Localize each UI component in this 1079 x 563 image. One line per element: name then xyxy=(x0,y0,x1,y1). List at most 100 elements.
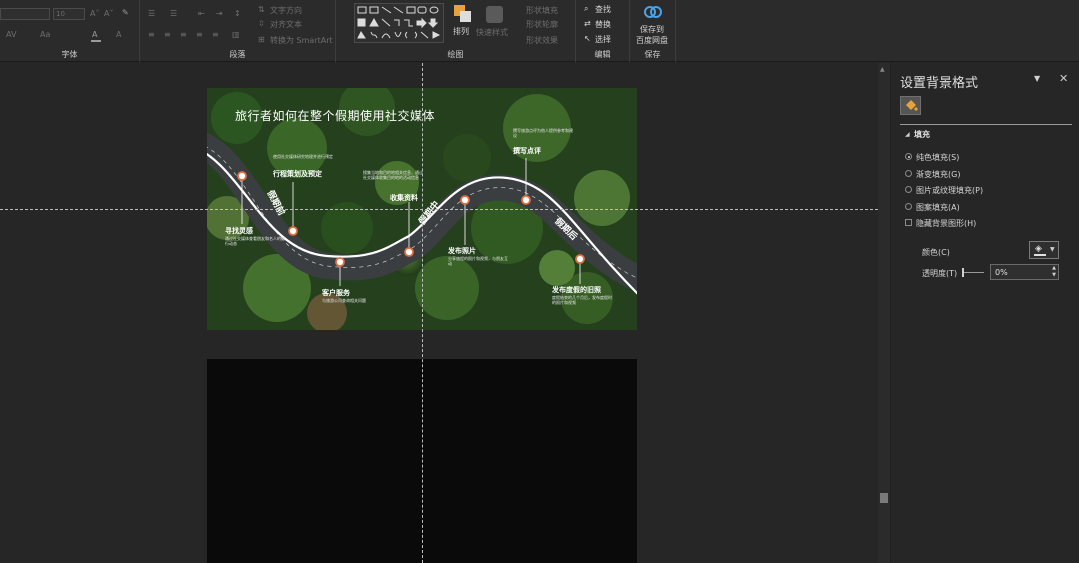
baidu-cloud-icon[interactable] xyxy=(643,4,663,20)
solid-fill-option[interactable]: 纯色填充(S) xyxy=(905,152,959,163)
pane-options-chevron-icon[interactable]: ▼ xyxy=(1034,74,1040,83)
hide-background-label: 隐藏背景图形(H) xyxy=(916,219,977,228)
milestone-label-2: 行程策划及预定 xyxy=(273,170,322,178)
picture-fill-radio[interactable] xyxy=(905,186,912,193)
convert-smartart-button[interactable]: 转换为 SmartArt xyxy=(270,35,333,46)
text-direction-icon[interactable]: ⇅ xyxy=(258,5,265,14)
align-text-button[interactable]: 对齐文本 xyxy=(270,19,302,30)
save-group: 保存到 百度网盘 保存 xyxy=(630,0,676,62)
milestone-desc-1: 通过社交媒体查看朋友和名人的旅行动态 xyxy=(225,236,285,246)
transparency-slider[interactable] xyxy=(962,268,984,277)
align-left-icon[interactable]: ≡ xyxy=(148,30,155,39)
find-icon[interactable]: ⌕ xyxy=(584,4,588,14)
pane-tab-underline xyxy=(900,124,1072,125)
char-spacing-icon[interactable]: AV xyxy=(6,30,16,39)
horizontal-guide[interactable] xyxy=(0,209,878,210)
color-picker-button[interactable]: ◈ ▼ xyxy=(1029,241,1059,259)
picture-fill-label: 图片或纹理填充(P) xyxy=(916,186,984,195)
gradient-fill-radio[interactable] xyxy=(905,170,912,177)
shrink-font-icon[interactable]: A˅ xyxy=(104,9,113,18)
hide-background-option[interactable]: 隐藏背景图形(H) xyxy=(905,218,977,229)
hide-background-checkbox[interactable] xyxy=(905,219,912,226)
milestone-marker-4 xyxy=(404,247,414,257)
paragraph-group-label: 段落 xyxy=(229,50,246,59)
milestone-marker-5 xyxy=(460,195,470,205)
milestone-label-1: 寻找灵感 xyxy=(225,227,253,235)
font-color-icon[interactable]: A xyxy=(92,30,97,39)
shape-outline-button[interactable]: 形状轮廓 xyxy=(526,19,558,30)
align-center-icon[interactable]: ≡ xyxy=(164,30,171,39)
columns-icon[interactable]: ▥ xyxy=(232,30,240,39)
numbering-icon[interactable]: ☰ xyxy=(170,9,177,18)
spin-down-icon[interactable]: ▼ xyxy=(1052,272,1056,278)
milestone-desc-7: 度假结束的几个月后，发布度假时的照片和视频 xyxy=(552,295,612,305)
shapes-gallery[interactable] xyxy=(354,3,444,43)
font-name-box[interactable] xyxy=(0,8,50,20)
color-bucket-icon: ◈ xyxy=(1035,244,1042,254)
milestone-marker-6 xyxy=(521,195,531,205)
scroll-thumb[interactable] xyxy=(880,493,888,503)
close-icon[interactable]: ✕ xyxy=(1059,72,1068,85)
save-to-baidu-line1[interactable]: 保存到 xyxy=(640,24,664,35)
drawing-group-label: 绘图 xyxy=(447,50,464,59)
find-button[interactable]: 查找 xyxy=(595,4,611,15)
drawing-group: 排列 快速样式 形状填充 形状轮廓 形状效果 绘图 xyxy=(336,0,576,62)
select-button[interactable]: 选择 xyxy=(595,34,611,45)
quick-styles-button[interactable]: 快速样式 xyxy=(476,27,508,38)
milestone-marker-7 xyxy=(575,254,585,264)
transparency-input[interactable]: 0% ▲ ▼ xyxy=(990,264,1059,280)
font-group-label: 字体 xyxy=(61,50,78,59)
vertical-scrollbar[interactable]: ▲ xyxy=(878,63,890,563)
smartart-icon[interactable]: ⊞ xyxy=(258,35,265,44)
milestone-label-3: 客户服务 xyxy=(322,289,350,297)
paragraph-group: ☰ ☰ ⇤ ⇥ ↕ ⇅ 文字方向 ⇳ 对齐文本 ⊞ 转换为 SmartArt ≡… xyxy=(140,0,336,62)
milestone-label-7: 发布度假的旧照 xyxy=(552,286,601,294)
milestone-desc-2: 使用社交媒体研究地理并进行预定 xyxy=(273,154,333,159)
distribute-icon[interactable]: ≡ xyxy=(212,30,219,39)
milestone-desc-3: 与旅游公司查询相关问题 xyxy=(322,298,366,303)
color-swatch xyxy=(1034,254,1046,256)
text-effects-icon[interactable]: A xyxy=(116,30,121,39)
arrange-icon-front xyxy=(460,11,471,22)
editing-group: ⌕ 查找 ⇄ 替换 ↖ 选择 编辑 xyxy=(576,0,630,62)
transparency-value: 0% xyxy=(995,268,1008,277)
slide-canvas[interactable]: 旅行者如何在整个假期使用社交媒体 假期前 假期中 假期后 寻找灵感 通过社交媒体… xyxy=(0,63,878,563)
arrange-icon[interactable] xyxy=(454,5,472,23)
solid-fill-radio[interactable] xyxy=(905,153,912,160)
arrange-button[interactable]: 排列 xyxy=(453,26,469,37)
quick-styles-icon[interactable] xyxy=(486,6,503,23)
fill-section-chevron-icon[interactable]: ◢ xyxy=(905,131,910,138)
pattern-fill-option[interactable]: 图案填充(A) xyxy=(905,202,960,213)
fill-section-header[interactable]: 填充 xyxy=(914,129,930,140)
grow-font-icon[interactable]: A˄ xyxy=(90,9,99,18)
shape-effects-button[interactable]: 形状效果 xyxy=(526,35,558,46)
vertical-guide[interactable] xyxy=(422,63,423,563)
justify-icon[interactable]: ≡ xyxy=(196,30,203,39)
select-icon[interactable]: ↖ xyxy=(584,34,591,43)
align-right-icon[interactable]: ≡ xyxy=(180,30,187,39)
spin-up-icon[interactable]: ▲ xyxy=(1052,265,1056,271)
scroll-up-icon[interactable]: ▲ xyxy=(880,66,885,73)
align-text-icon[interactable]: ⇳ xyxy=(258,19,265,28)
pattern-fill-radio[interactable] xyxy=(905,203,912,210)
decrease-indent-icon[interactable]: ⇤ xyxy=(198,9,205,18)
font-size-box[interactable]: 10 xyxy=(53,8,85,20)
line-spacing-icon[interactable]: ↕ xyxy=(234,9,241,18)
replace-icon[interactable]: ⇄ xyxy=(584,19,591,28)
transparency-slider-thumb[interactable] xyxy=(962,268,964,277)
milestone-marker-2 xyxy=(288,226,298,236)
color-label: 颜色(C) xyxy=(922,248,950,257)
gradient-fill-option[interactable]: 渐变填充(G) xyxy=(905,169,960,180)
save-to-baidu-line2[interactable]: 百度网盘 xyxy=(636,35,668,46)
increase-indent-icon[interactable]: ⇥ xyxy=(216,9,223,18)
bullets-icon[interactable]: ☰ xyxy=(148,9,155,18)
change-case-icon[interactable]: Aa xyxy=(40,30,50,39)
replace-button[interactable]: 替换 xyxy=(595,19,611,30)
clear-format-icon[interactable]: ✎ xyxy=(122,8,129,17)
picture-fill-option[interactable]: 图片或纹理填充(P) xyxy=(905,185,984,196)
milestone-desc-4: 搜集当地和目的地相关信息，通过社交媒体收集目的地的活动信息 xyxy=(363,170,423,180)
text-direction-button[interactable]: 文字方向 xyxy=(270,5,302,16)
shape-fill-button[interactable]: 形状填充 xyxy=(526,5,558,16)
font-group: 10 A˄ A˅ ✎ AV Aa A A 字体 xyxy=(0,0,140,62)
fill-tab[interactable] xyxy=(900,96,921,115)
